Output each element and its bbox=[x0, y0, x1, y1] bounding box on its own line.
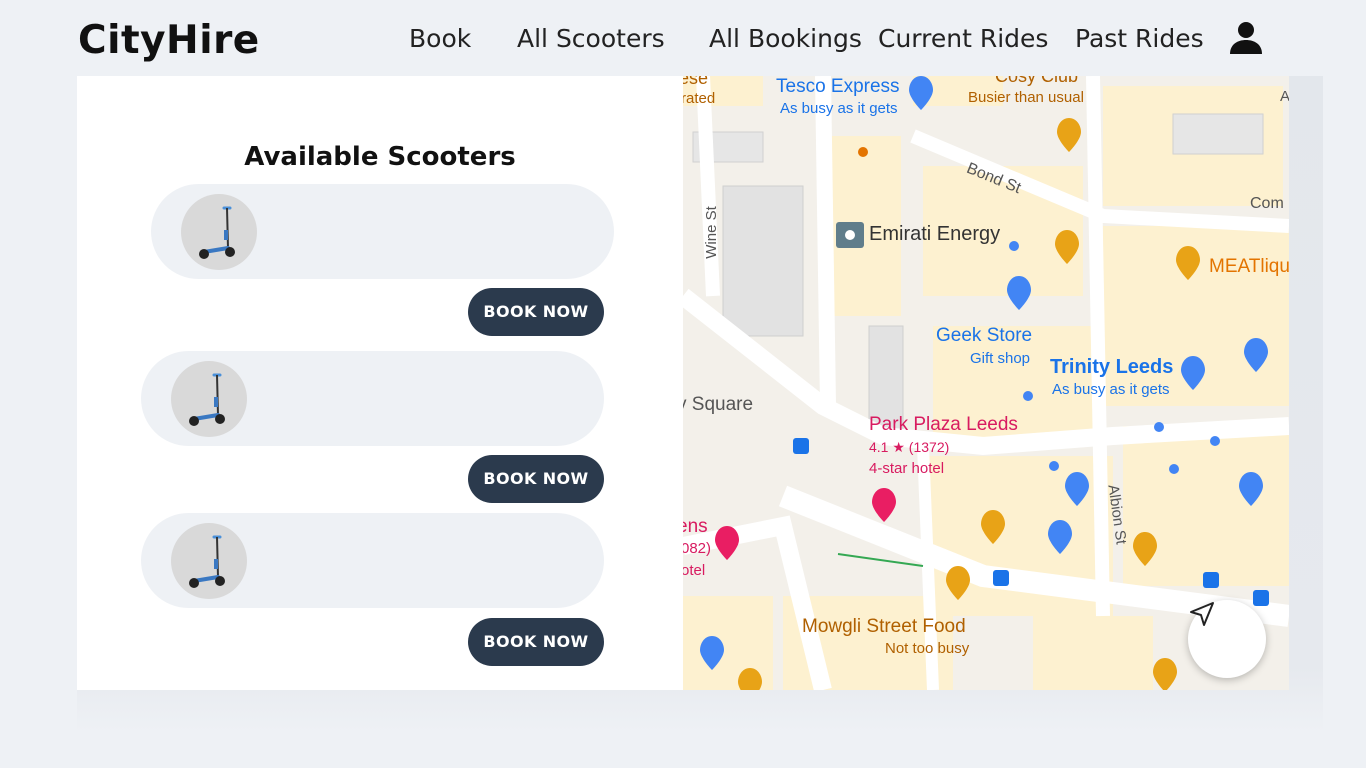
nav-book[interactable]: Book bbox=[409, 24, 471, 53]
map-label: A bbox=[1280, 88, 1289, 105]
scooter-image bbox=[171, 523, 247, 599]
scooter-image bbox=[181, 194, 257, 270]
map-poi-sub: Gift shop bbox=[970, 350, 1031, 367]
book-now-button[interactable]: BOOK NOW bbox=[468, 455, 604, 503]
map-poi-mowgli[interactable]: Mowgli Street Food bbox=[802, 616, 966, 638]
map-label: y Square bbox=[683, 394, 754, 415]
scooter-card[interactable] bbox=[151, 184, 614, 279]
map-poi-rating: 4.1 ★ (1372) bbox=[869, 439, 950, 455]
panel-title: Available Scooters bbox=[244, 142, 516, 172]
map-label: 082) bbox=[683, 540, 712, 557]
book-now-button[interactable]: BOOK NOW bbox=[468, 288, 604, 336]
street-label: Wine St bbox=[702, 206, 720, 259]
map-poi-status: Busier than usual bbox=[968, 89, 1084, 106]
scooter-list-panel: Available Scooters BOOK NOW BOOK NOW BOO… bbox=[77, 76, 683, 690]
user-icon[interactable] bbox=[1228, 20, 1264, 56]
map-poi-sub: 4-star hotel bbox=[869, 460, 945, 477]
map-poi-meat[interactable]: MEATliqu bbox=[1209, 256, 1289, 278]
map-label: rated bbox=[683, 90, 716, 107]
map-poi-status: As busy as it gets bbox=[780, 100, 898, 117]
navigation-arrow-icon bbox=[1190, 602, 1214, 626]
nav-all-scooters[interactable]: All Scooters bbox=[517, 24, 665, 53]
map-poi-trinity[interactable]: Trinity Leeds bbox=[1050, 356, 1173, 379]
map-label: ens bbox=[683, 516, 708, 537]
header: CityHire Book All Scooters All Bookings … bbox=[0, 0, 1366, 76]
map-label: ese bbox=[683, 76, 709, 88]
map-label: otel bbox=[683, 562, 706, 579]
street-label: Com bbox=[1250, 195, 1284, 212]
brand-logo[interactable]: CityHire bbox=[78, 18, 260, 63]
map-poi-park-plaza[interactable]: Park Plaza Leeds bbox=[869, 414, 1018, 436]
map-poi-geek[interactable]: Geek Store bbox=[936, 325, 1032, 347]
nav-all-bookings[interactable]: All Bookings bbox=[709, 24, 862, 53]
map[interactable]: ese rated Tesco Express As busy as it ge… bbox=[683, 76, 1289, 690]
recenter-button[interactable] bbox=[1188, 600, 1266, 678]
map-poi-tesco[interactable]: Tesco Express bbox=[776, 76, 900, 98]
nav-past-rides[interactable]: Past Rides bbox=[1075, 24, 1204, 53]
map-poi-cosy[interactable]: Cosy Club bbox=[995, 76, 1078, 87]
map-poi-emirati[interactable]: Emirati Energy bbox=[869, 223, 1000, 246]
nav-current-rides[interactable]: Current Rides bbox=[878, 24, 1048, 53]
map-poi-status: Not too busy bbox=[885, 640, 970, 657]
scooter-card[interactable] bbox=[141, 351, 604, 446]
scooter-card[interactable] bbox=[141, 513, 604, 608]
map-poi-status: As busy as it gets bbox=[1052, 381, 1170, 398]
scooter-image bbox=[171, 361, 247, 437]
book-now-button[interactable]: BOOK NOW bbox=[468, 618, 604, 666]
